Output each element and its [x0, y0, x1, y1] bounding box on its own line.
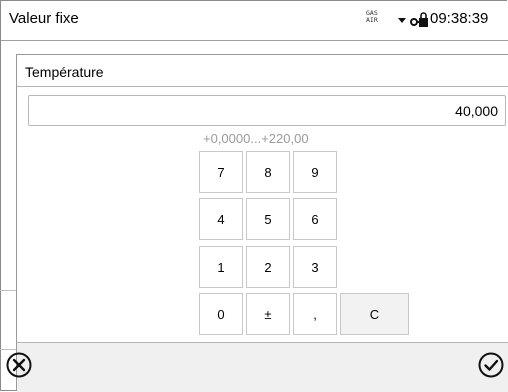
key-plus-minus[interactable]: ± [246, 293, 290, 335]
key-5[interactable]: 5 [246, 198, 290, 240]
range-hint: +0,0000...+220,00 [203, 131, 309, 146]
value-text: 40,000 [455, 103, 498, 119]
cancel-button[interactable] [6, 352, 32, 378]
value-input[interactable]: 40,000 [28, 95, 506, 126]
key-clear[interactable]: C [340, 293, 409, 335]
triangle-down-icon[interactable] [398, 18, 406, 23]
gas-air-indicator: GAS AIR [366, 10, 388, 24]
divider [0, 349, 17, 350]
bottom-action-bar [17, 342, 508, 392]
key-lock-icon [410, 12, 428, 28]
key-0[interactable]: 0 [199, 293, 243, 335]
air-label: AIR [366, 16, 378, 24]
confirm-circle-check-icon [478, 352, 504, 378]
cancel-circle-x-icon [6, 352, 32, 378]
clock: 09:38:39 [430, 10, 489, 27]
key-6[interactable]: 6 [293, 198, 337, 240]
window-title: Valeur fixe [9, 10, 79, 27]
key-9[interactable]: 9 [293, 151, 337, 193]
key-1[interactable]: 1 [199, 246, 243, 288]
key-7[interactable]: 7 [199, 151, 243, 193]
confirm-button[interactable] [478, 352, 504, 378]
key-comma[interactable]: , [293, 293, 337, 335]
key-8[interactable]: 8 [246, 151, 290, 193]
dialog-title: Température [25, 64, 104, 80]
key-3[interactable]: 3 [293, 246, 337, 288]
divider [0, 290, 17, 291]
key-4[interactable]: 4 [199, 198, 243, 240]
key-2[interactable]: 2 [246, 246, 290, 288]
